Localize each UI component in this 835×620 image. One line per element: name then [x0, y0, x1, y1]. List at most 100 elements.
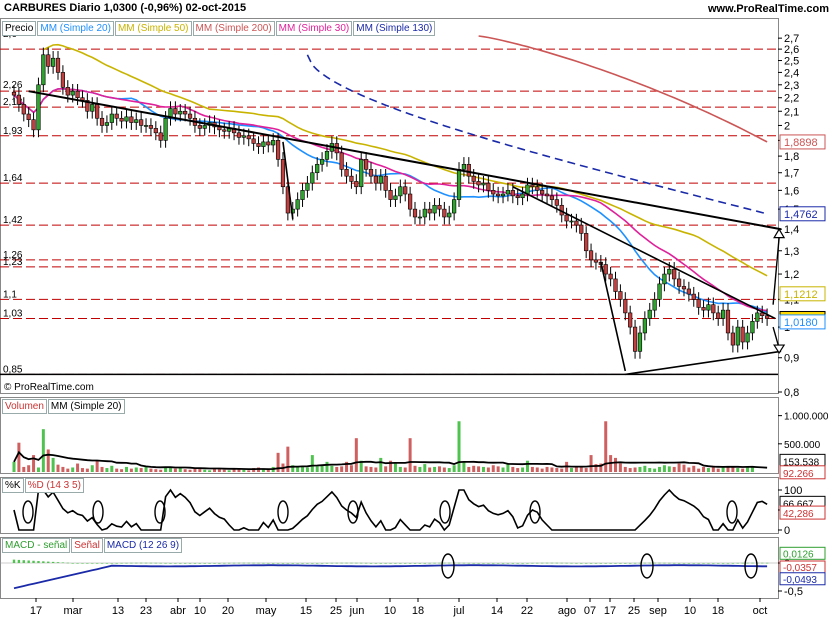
volume-bar — [149, 468, 153, 472]
macd-hist-bar — [672, 562, 676, 564]
macd-hist-bar — [374, 563, 378, 564]
candle-body — [628, 312, 633, 328]
macd-hist-bar — [545, 562, 549, 564]
candle-body — [65, 87, 70, 96]
macd-signal-legend-item: Señal — [71, 538, 103, 553]
macd-hist-bar — [721, 563, 725, 564]
volume-bar — [154, 469, 158, 472]
candle-body — [183, 110, 188, 115]
x-axis-label: 13 — [112, 605, 124, 617]
price-tick-label: 0,9 — [784, 353, 799, 365]
macd-hist-bar — [575, 562, 578, 564]
volume-bar — [511, 466, 515, 472]
x-axis-label: ago — [558, 605, 576, 617]
macd-hist-bar — [580, 563, 583, 564]
macd-hist-bar — [746, 562, 749, 564]
price-tick-label: 2,2 — [784, 93, 799, 105]
macd-hist-bar — [139, 562, 143, 564]
volume-bar — [697, 468, 701, 472]
candle-body — [613, 278, 618, 292]
trendline-drop — [600, 261, 627, 372]
candle-body — [461, 163, 467, 170]
macd-hist-bar — [682, 563, 686, 564]
candle-body — [657, 283, 662, 300]
candle-body — [427, 208, 432, 214]
candle-body — [187, 113, 193, 119]
macd-hist-bar — [335, 562, 338, 564]
volume-bar — [746, 467, 750, 472]
macd-hist-bar — [648, 562, 651, 564]
macd-hist-bar — [707, 563, 710, 564]
price-tick-label: 1,3 — [784, 246, 799, 258]
macd-hist-bar — [144, 562, 148, 564]
price-tick-label: 2,5 — [784, 56, 799, 68]
candle-body — [246, 135, 251, 140]
candle-body — [432, 204, 437, 214]
volume-legend: Volumen MM (Simple 20) — [2, 399, 126, 414]
candle-body — [412, 208, 418, 218]
volume-bar — [183, 469, 187, 472]
macd-line-legend-item: MACD (12 26 9) — [103, 538, 183, 553]
stoch-badge-text: 42,286 — [783, 509, 814, 520]
macd-hist-bar — [286, 563, 290, 564]
volume-bar — [447, 468, 451, 472]
macd-hist-bar — [51, 561, 55, 563]
candle-body — [46, 54, 51, 67]
macd-hist-bar — [110, 563, 114, 564]
candle-body — [491, 190, 496, 195]
volume-bar — [305, 467, 309, 472]
candle-body — [236, 132, 242, 138]
macd-hist-bar — [169, 563, 172, 564]
candle-body — [408, 193, 413, 210]
volume-bar — [105, 468, 109, 472]
candle-body — [344, 169, 349, 177]
candle-body — [251, 138, 256, 144]
macd-hist-bar — [663, 562, 666, 564]
x-axis-label: 10 — [384, 605, 396, 617]
candle-body — [315, 163, 320, 174]
support-label: 1,23 — [3, 257, 23, 268]
candle-body — [148, 125, 154, 129]
candle-body — [569, 220, 574, 223]
volume-bar — [330, 465, 334, 472]
candle-body — [422, 208, 427, 218]
macd-hist-bar — [584, 563, 588, 564]
candle-body — [447, 212, 452, 218]
candle-body — [623, 299, 628, 314]
volume-bar — [643, 465, 647, 472]
macd-hist-bar — [257, 562, 260, 564]
candle-body — [319, 159, 325, 165]
candle-body — [686, 288, 691, 295]
macd-hist-bar — [345, 562, 348, 564]
candle-body — [403, 186, 408, 195]
candle-body — [437, 204, 442, 210]
support-label: 1,64 — [3, 173, 23, 184]
candle-body — [745, 332, 750, 343]
x-axis-label: 22 — [521, 605, 533, 617]
volume-bar — [208, 470, 212, 472]
macd-hist-bar — [174, 563, 177, 564]
macd-hist-bar — [232, 562, 236, 564]
volume-bar — [555, 468, 559, 472]
macd-hist-bar — [198, 563, 202, 564]
macd-hist-bar — [120, 562, 123, 564]
stoch-ellipse — [726, 500, 738, 524]
macd-hist-bar — [697, 563, 700, 564]
candle-body — [456, 169, 462, 200]
candle-body — [564, 214, 569, 222]
macd-hist-bar — [252, 562, 255, 564]
candle-body — [324, 150, 330, 160]
macd-hist-bar — [237, 562, 241, 564]
macd-hist-bar — [271, 563, 275, 564]
macd-hist-bar — [183, 563, 187, 564]
price-tick-label: 2,6 — [784, 44, 799, 56]
candle-body — [305, 182, 310, 191]
candle-body — [51, 57, 56, 67]
macd-hist-bar — [761, 562, 764, 564]
macd-hist-bar — [340, 562, 343, 564]
macd-hist-bar — [159, 562, 162, 564]
volume-bar — [736, 468, 740, 472]
macd-hist-bar — [399, 563, 402, 564]
volume-bar — [408, 438, 412, 472]
volume-bar — [457, 421, 461, 472]
